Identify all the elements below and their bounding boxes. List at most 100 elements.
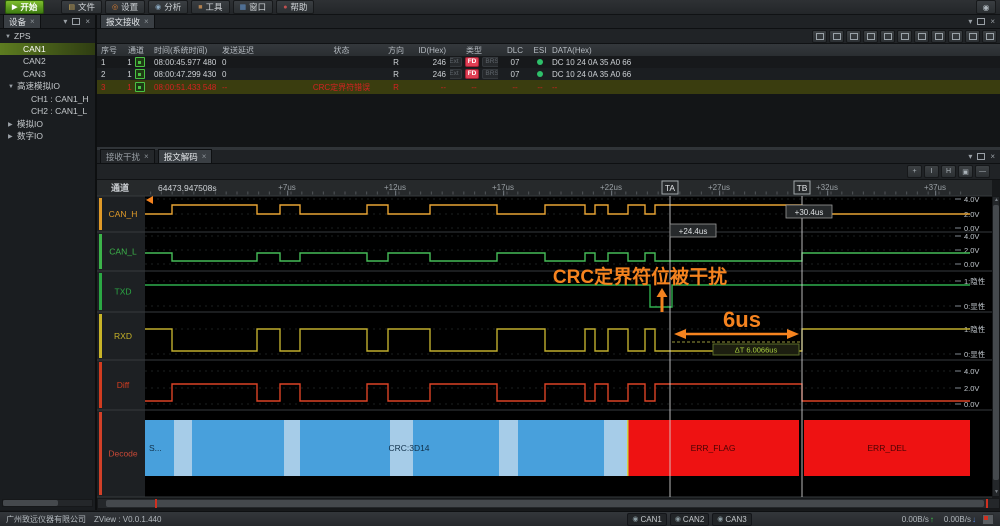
cell-delay: 0: [218, 70, 300, 79]
status-channel-CAN3[interactable]: ◉CAN3: [712, 513, 751, 526]
tools-icon: ■: [198, 4, 202, 11]
screenshot-button[interactable]: ◉: [976, 0, 996, 14]
version-label: ZView : V0.0.1.440: [94, 515, 161, 524]
sidebar-hscrollbar-thumb[interactable]: [3, 500, 58, 506]
id-filter-icon[interactable]: [948, 30, 963, 43]
table-row[interactable]: 2108:00:47.299 4300R246ExtFDBRS07DC 10 2…: [97, 68, 1000, 80]
scale-label: 0:显性: [964, 349, 986, 359]
col-dlc[interactable]: DLC: [498, 46, 532, 55]
gear-icon: ◎: [112, 4, 118, 11]
waveform-canvas[interactable]: 通道64473.947508s+7us+12us+17us+22us+27us+…: [97, 180, 992, 498]
sidebar-window-controls: ▾ ×: [63, 15, 90, 28]
col-id[interactable]: ID(Hex): [409, 46, 450, 55]
close-icon[interactable]: ×: [202, 152, 207, 161]
decode-label: ERR_DEL: [867, 443, 906, 453]
close-icon[interactable]: ×: [990, 17, 995, 26]
float-icon[interactable]: [977, 153, 985, 160]
col-delay[interactable]: 发送延迟: [218, 45, 300, 56]
wave-vscrollbar-thumb[interactable]: [993, 205, 999, 480]
channel-strip-TXD: [99, 273, 102, 310]
float-icon[interactable]: [72, 18, 80, 25]
start-button[interactable]: ▶ 开始: [5, 0, 44, 14]
close-icon[interactable]: ×: [30, 17, 35, 26]
filter-icon[interactable]: [914, 30, 929, 43]
sidebar-item-ZPS[interactable]: ▼ZPS: [0, 30, 95, 43]
menu-item-3[interactable]: ◉分析: [148, 0, 188, 14]
pause-display-icon[interactable]: [982, 30, 997, 43]
menu-item-6[interactable]: ●帮助: [276, 0, 314, 14]
col-data[interactable]: DATA(Hex): [548, 46, 1000, 55]
table-row[interactable]: 1108:00:45.977 4800R246ExtFDBRS07DC 10 2…: [97, 56, 1000, 68]
vertical-cursor-icon[interactable]: I: [924, 165, 939, 178]
scroll-up-icon[interactable]: ▲: [994, 198, 999, 203]
status-channel-CAN2[interactable]: ◉CAN2: [670, 513, 709, 526]
col-type[interactable]: 类型: [450, 45, 498, 56]
cell-esi: [532, 59, 548, 65]
decode-segment-frame-fields: [145, 420, 628, 476]
menu-item-1[interactable]: ▤文件: [61, 0, 102, 14]
float-icon[interactable]: [977, 18, 985, 25]
tab-message-receive[interactable]: 报文接收 ×: [100, 14, 155, 28]
column-settings-icon[interactable]: [965, 30, 980, 43]
tab-receive-interference[interactable]: 接收干扰 ×: [100, 149, 155, 163]
sidebar-item-数字IO[interactable]: ▶数字IO: [0, 130, 95, 143]
cell-status: CRC定界符错误: [300, 82, 383, 93]
frame-type-badge: BRS: [482, 69, 498, 79]
sidebar-item-CAN1[interactable]: CAN1: [0, 43, 95, 56]
tree-label: CAN2: [23, 55, 46, 68]
fit-view-icon[interactable]: ▣: [958, 165, 973, 178]
clear-icon[interactable]: [863, 30, 878, 43]
tab-device[interactable]: 设备 ×: [3, 14, 41, 28]
sidebar-item-高速模拟IO[interactable]: ▼高速模拟IO: [0, 80, 95, 93]
sidebar-item-CAN3[interactable]: CAN3: [0, 68, 95, 81]
waveform-ruler: [97, 180, 992, 196]
col-no[interactable]: 序号: [97, 45, 122, 56]
scroll-down-icon[interactable]: ▼: [994, 490, 999, 495]
sidebar-item-模拟IO[interactable]: ▶模拟IO: [0, 118, 95, 131]
col-time[interactable]: 时间(系统时间): [150, 45, 218, 56]
menu-item-5[interactable]: ▦窗口: [233, 0, 274, 14]
wave-hscrollbar-thumb[interactable]: [106, 500, 984, 507]
sidebar-item-CH2 : CAN1_L[interactable]: CH2 : CAN1_L: [0, 105, 95, 118]
svg-text:ΔT 6.0066us: ΔT 6.0066us: [735, 346, 778, 355]
menu-item-2[interactable]: ◎设置: [105, 0, 145, 14]
close-icon[interactable]: ×: [144, 17, 149, 26]
scroll-lock-icon[interactable]: [931, 30, 946, 43]
tx-rate-value: 0.00B/s: [902, 515, 929, 524]
col-esi[interactable]: ESI: [532, 46, 548, 55]
cell-id: --: [409, 83, 450, 92]
cell-no: 2: [97, 70, 122, 79]
channel-indicator: [135, 82, 145, 92]
close-icon[interactable]: ×: [144, 152, 149, 161]
col-ch[interactable]: 通道: [122, 45, 150, 56]
wave-menu-icon[interactable]: —: [975, 165, 990, 178]
export-icon[interactable]: [846, 30, 861, 43]
col-status[interactable]: 状态: [300, 45, 383, 56]
device-status-icon: [982, 514, 994, 525]
table-row[interactable]: 3108:00:51.433 548--CRC定界符错误R----------: [97, 80, 1000, 94]
horizontal-cursor-icon[interactable]: H: [941, 165, 956, 178]
expand-icon[interactable]: ▶: [8, 131, 13, 144]
cell-no: 1: [97, 58, 122, 67]
menu-item-4[interactable]: ■工具: [191, 0, 229, 14]
send-icon[interactable]: [880, 30, 895, 43]
close-icon[interactable]: ×: [990, 152, 995, 161]
cell-data: --: [548, 83, 1000, 92]
sidebar-item-CAN2[interactable]: CAN2: [0, 55, 95, 68]
sidebar-item-CH1 : CAN1_H[interactable]: CH1 : CAN1_H: [0, 93, 95, 106]
table-body: 1108:00:45.977 4800R246ExtFDBRS07DC 10 2…: [97, 56, 1000, 94]
tab-message-decode[interactable]: 报文解码 ×: [158, 149, 213, 163]
dropdown-icon[interactable]: ▾: [63, 17, 67, 26]
frame-type-badge: Ext: [450, 69, 462, 79]
channel-strip-Decode: [99, 412, 102, 495]
close-icon[interactable]: ×: [85, 17, 90, 26]
dropdown-icon[interactable]: ▾: [968, 152, 972, 161]
open-icon[interactable]: [829, 30, 844, 43]
zoom-in-icon[interactable]: +: [907, 165, 922, 178]
status-channel-CAN1[interactable]: ◉CAN1: [627, 513, 666, 526]
channel-label-Diff: Diff: [117, 380, 130, 390]
col-dir[interactable]: 方向: [383, 45, 409, 56]
save-icon[interactable]: [812, 30, 827, 43]
stop-icon[interactable]: [897, 30, 912, 43]
dropdown-icon[interactable]: ▾: [968, 17, 972, 26]
